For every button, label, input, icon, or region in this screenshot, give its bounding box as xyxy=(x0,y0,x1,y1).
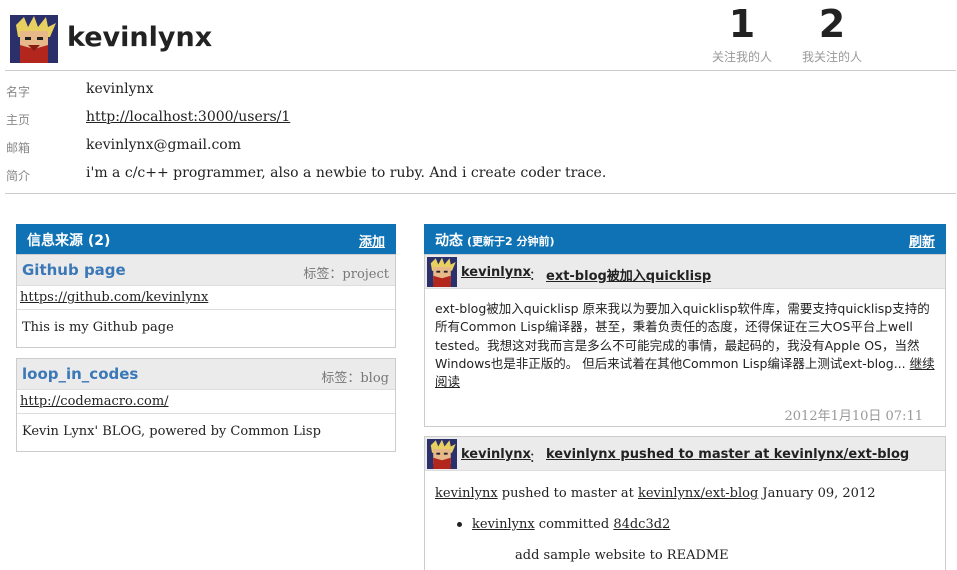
intro-value: i'm a c/c++ programmer, also a newbie to… xyxy=(86,165,607,181)
push-text: pushed to master at xyxy=(497,486,638,501)
source-name-link[interactable]: Github page xyxy=(22,261,126,279)
home-link[interactable]: http://localhost:3000/users/1 xyxy=(86,109,290,125)
intro-label: 简介 xyxy=(6,169,31,183)
push-date: January 09, 2012 xyxy=(758,486,876,501)
activity-separator: ： xyxy=(529,269,543,284)
source-card-header: loop_in_codes 标签：blog xyxy=(17,359,395,390)
email-label: 邮箱 xyxy=(6,141,31,155)
followers-stat[interactable]: 1 关注我的人 xyxy=(702,4,782,65)
activity-item-header: kevinlynx ： ext-blog被加入quicklisp xyxy=(425,255,945,289)
activity-user-link[interactable]: kevinlynx xyxy=(461,265,531,280)
commit-hash-link[interactable]: 84dc3d2 xyxy=(613,517,670,532)
source-url-link[interactable]: https://github.com/kevinlynx xyxy=(20,290,208,305)
source-description: This is my Github page xyxy=(22,320,174,335)
push-summary: kevinlynx pushed to master at kevinlynx/… xyxy=(435,486,875,501)
profile-header: kevinlynx 1 关注我的人 2 我关注的人 xyxy=(0,0,957,70)
source-divider xyxy=(17,413,395,414)
source-url-link[interactable]: http://codemacro.com/ xyxy=(20,394,169,409)
source-tag: 标签：blog xyxy=(321,371,389,386)
source-card: loop_in_codes 标签：blog http://codemacro.c… xyxy=(16,358,396,452)
activity-title-text: 动态 xyxy=(435,233,463,249)
add-source-button[interactable]: 添加 xyxy=(359,231,385,250)
bullet-icon xyxy=(457,522,462,527)
activity-separator: ： xyxy=(529,451,543,466)
source-divider xyxy=(17,309,395,310)
refresh-button[interactable]: 刷新 xyxy=(909,231,935,250)
following-label: 我关注的人 xyxy=(801,50,862,64)
sources-panel-header: 信息来源 (2) 添加 xyxy=(16,224,396,254)
home-label: 主页 xyxy=(6,113,31,127)
activity-excerpt-text: ext-blog被加入quicklisp 原来我以为要加入quicklisp软件… xyxy=(435,301,930,371)
followers-label: 关注我的人 xyxy=(711,50,772,64)
following-count: 2 xyxy=(818,2,846,46)
user-avatar-small[interactable] xyxy=(427,439,457,469)
push-user-link[interactable]: kevinlynx xyxy=(435,486,498,501)
profile-username: kevinlynx xyxy=(67,22,213,53)
activity-timestamp: 2012年1月10日 07:11 xyxy=(784,409,924,424)
push-repo-link[interactable]: kevinlynx/ext-blog xyxy=(638,486,758,501)
activity-headline-link[interactable]: ext-blog被加入quicklisp xyxy=(546,265,711,284)
activity-panel-header: 动态 (更新于2 分钟前) 刷新 xyxy=(424,224,946,254)
activity-user-link[interactable]: kevinlynx xyxy=(461,447,531,462)
commit-entry: kevinlynx committed 84dc3d2 xyxy=(457,517,670,532)
activity-item-header: kevinlynx ： kevinlynx pushed to master a… xyxy=(425,437,945,471)
activity-excerpt: ext-blog被加入quicklisp 原来我以为要加入quicklisp软件… xyxy=(435,300,940,391)
header-divider xyxy=(5,70,956,71)
activity-updated-time: (更新于2 分钟前) xyxy=(467,235,555,248)
activity-title: 动态 (更新于2 分钟前) xyxy=(435,230,555,250)
email-value: kevinlynx@gmail.com xyxy=(86,137,242,153)
source-card-header: Github page 标签：project xyxy=(17,255,395,286)
source-name-link[interactable]: loop_in_codes xyxy=(22,365,138,383)
source-card: Github page 标签：project https://github.co… xyxy=(16,254,396,348)
activity-item: kevinlynx ： kevinlynx pushed to master a… xyxy=(424,436,946,570)
user-avatar-small[interactable] xyxy=(427,257,457,287)
info-divider xyxy=(5,193,956,194)
source-description: Kevin Lynx' BLOG, powered by Common Lisp xyxy=(22,424,321,439)
sources-title: 信息来源 (2) xyxy=(27,233,111,249)
commit-user-link[interactable]: kevinlynx xyxy=(472,517,535,532)
name-label: 名字 xyxy=(6,85,31,99)
activity-item: kevinlynx ： ext-blog被加入quicklisp ext-blo… xyxy=(424,254,946,427)
name-value: kevinlynx xyxy=(86,81,154,97)
user-avatar[interactable] xyxy=(10,15,58,63)
followers-count: 1 xyxy=(728,2,756,46)
commit-text: committed xyxy=(534,517,614,532)
following-stat[interactable]: 2 我关注的人 xyxy=(792,4,872,65)
activity-headline-link[interactable]: kevinlynx pushed to master at kevinlynx/… xyxy=(546,447,909,462)
source-tag: 标签：project xyxy=(303,267,389,282)
commit-message: add sample website to README xyxy=(515,548,729,563)
